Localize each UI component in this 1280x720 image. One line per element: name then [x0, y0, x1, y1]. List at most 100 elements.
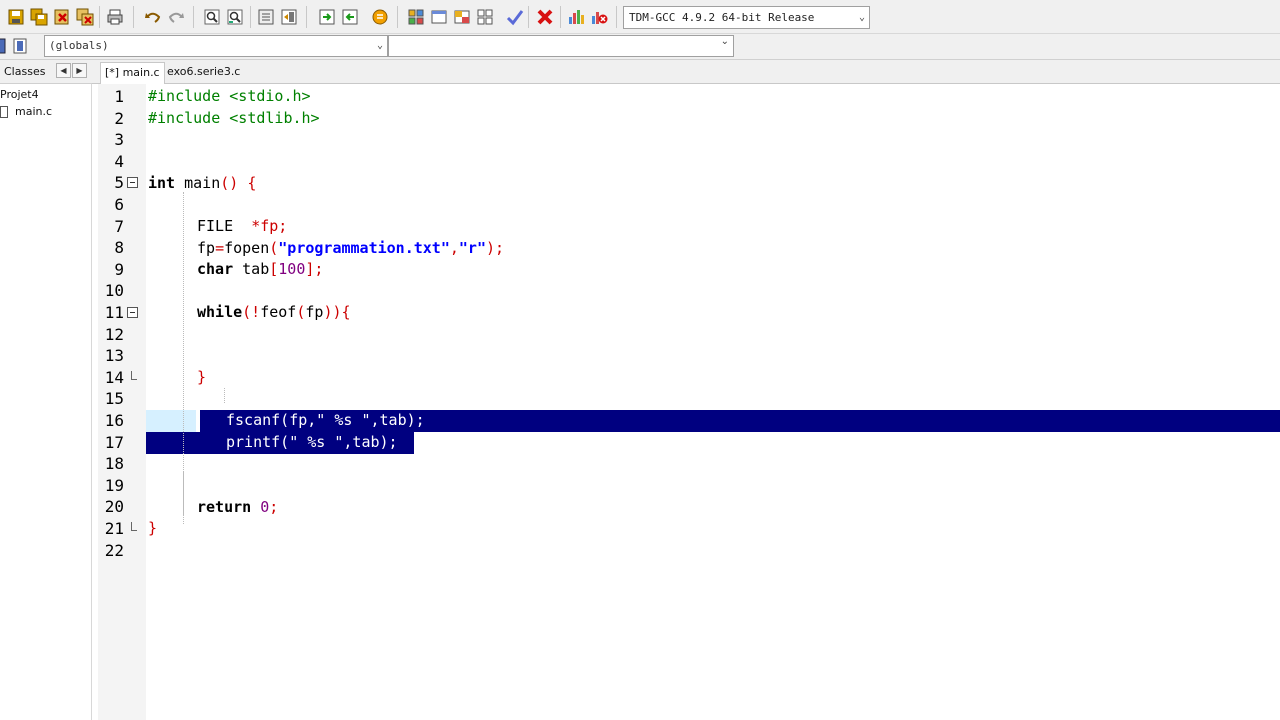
- fold-toggle-icon[interactable]: [127, 177, 138, 189]
- number-literal: 0: [260, 498, 270, 516]
- string-literal: "r": [458, 239, 486, 257]
- selected-code: fscanf(fp," %s ",tab);: [226, 411, 425, 429]
- check-syntax-icon[interactable]: [505, 7, 525, 27]
- indent-guide: [183, 471, 184, 515]
- line-number: 14: [104, 367, 124, 387]
- fold-toggle-icon[interactable]: [127, 307, 138, 318]
- project-tree-root[interactable]: Projet4: [0, 88, 39, 101]
- line-number: 1: [114, 87, 124, 106]
- line-number: 20: [104, 497, 124, 517]
- line-number: 11: [104, 303, 124, 322]
- symbol: );: [486, 239, 505, 257]
- line-number: 2: [114, 108, 124, 128]
- number-literal: 100: [278, 260, 306, 278]
- symbol: =: [215, 239, 225, 257]
- delete-profile-icon[interactable]: [589, 7, 609, 27]
- line-number: 19: [104, 475, 124, 495]
- identifier: tab: [242, 260, 270, 278]
- preprocessor-directive: #include <stdlib.h>: [148, 109, 320, 127]
- tab-scroll-left-icon[interactable]: ◀: [56, 63, 71, 78]
- undo-icon[interactable]: [143, 7, 163, 27]
- function-select[interactable]: ⌄: [388, 35, 734, 57]
- line-number: 6: [114, 195, 124, 214]
- selected-code: printf(" %s ",tab);: [226, 433, 398, 451]
- code-line: fp=fopen("programmation.txt","r");: [197, 238, 504, 259]
- tab-main-c[interactable]: [*] main.c: [100, 62, 165, 84]
- find-icon[interactable]: [202, 7, 222, 27]
- print-icon[interactable]: [105, 7, 125, 27]
- line-number: 15: [104, 389, 124, 409]
- toolbar-separator: [560, 6, 561, 28]
- keyword: return: [197, 498, 252, 516]
- line-number-gutter: 1 2 3 4 5 6 7 8 9 10 11 12 13 14 15 16 17 18 19 20 21 22: [98, 84, 146, 720]
- code-line: #include <stdio.h>: [148, 86, 311, 107]
- line-number: 21: [104, 519, 124, 538]
- line-number: 3: [114, 130, 124, 150]
- compiler-select[interactable]: TDM-GCC 4.9.2 64-bit Release ⌄: [623, 6, 870, 29]
- toolbar-separator: [397, 6, 398, 28]
- toggle-panel-icon[interactable]: [279, 7, 299, 27]
- code-editor[interactable]: #include <stdio.h> #include <stdlib.h> i…: [146, 84, 1280, 720]
- code-line: }: [148, 518, 157, 539]
- line-number: 4: [114, 151, 124, 171]
- close-all-icon[interactable]: [75, 7, 95, 27]
- string-literal: "programmation.txt": [278, 239, 450, 257]
- profile-icon[interactable]: [566, 7, 586, 27]
- symbol: ,: [449, 239, 459, 257]
- symbol: [: [269, 260, 279, 278]
- bookmark-icon[interactable]: [370, 7, 390, 27]
- compiler-select-value: TDM-GCC 4.9.2 64-bit Release: [629, 11, 815, 24]
- run-icon[interactable]: [429, 7, 449, 27]
- identifier: fp: [305, 303, 324, 321]
- symbol: *fp;: [251, 217, 288, 235]
- tab-classes[interactable]: Classes: [4, 65, 45, 78]
- line-number: 10: [104, 281, 124, 301]
- compile-run-icon[interactable]: [452, 7, 472, 27]
- redo-icon[interactable]: [166, 7, 186, 27]
- project-tree-file[interactable]: main.c: [15, 105, 52, 118]
- symbol: }: [148, 519, 158, 537]
- line-number: 16: [104, 411, 124, 430]
- line-number: 9: [114, 259, 124, 279]
- indent-icon[interactable]: [317, 7, 337, 27]
- code-line-selected: printf(" %s ",tab);: [226, 432, 398, 453]
- line-number: 12: [104, 324, 124, 344]
- code-line: FILE *fp;: [197, 216, 287, 237]
- rebuild-icon[interactable]: [475, 7, 495, 27]
- chevron-down-icon: ⌄: [376, 40, 383, 51]
- toolbar-separator: [306, 6, 307, 28]
- chevron-down-icon: ⌄: [720, 36, 729, 47]
- line-number: 18: [104, 454, 124, 474]
- unindent-icon[interactable]: [340, 7, 360, 27]
- toolbar-separator: [99, 6, 100, 28]
- toolbar-separator: [133, 6, 134, 28]
- tab-exo6-serie3-c[interactable]: exo6.serie3.c: [163, 62, 244, 84]
- line-number: 8: [114, 238, 124, 258]
- save-all-icon[interactable]: [29, 7, 49, 27]
- stop-execution-icon[interactable]: [535, 7, 555, 27]
- line-number: 17: [104, 432, 124, 452]
- save-icon[interactable]: [6, 7, 26, 27]
- tab-scroll-right-icon[interactable]: ▶: [72, 63, 87, 78]
- close-file-icon[interactable]: [52, 7, 72, 27]
- symbol: (: [269, 239, 279, 257]
- keyword: char: [197, 260, 234, 278]
- symbol: ];: [305, 260, 324, 278]
- line-number: 13: [104, 346, 124, 366]
- goto-definition-icon[interactable]: [10, 36, 30, 56]
- chevron-down-icon: ⌄: [858, 12, 865, 23]
- preprocessor-directive: #include <stdio.h>: [148, 87, 311, 105]
- fold-end-marker: [131, 522, 137, 531]
- project-icon[interactable]: [256, 7, 276, 27]
- scope-select[interactable]: (globals) ⌄: [44, 35, 388, 57]
- code-line-selected: fscanf(fp," %s ",tab);: [226, 410, 425, 431]
- compile-icon[interactable]: [406, 7, 426, 27]
- symbol: ;: [269, 498, 279, 516]
- line-number: 7: [114, 216, 124, 236]
- editor-tabs: [*] main.c exo6.serie3.c: [92, 60, 1280, 84]
- replace-icon[interactable]: [225, 7, 245, 27]
- toolbar-separator: [193, 6, 194, 28]
- line-highlight: [146, 410, 196, 432]
- symbol: }: [197, 368, 207, 386]
- keyword: int: [148, 174, 176, 192]
